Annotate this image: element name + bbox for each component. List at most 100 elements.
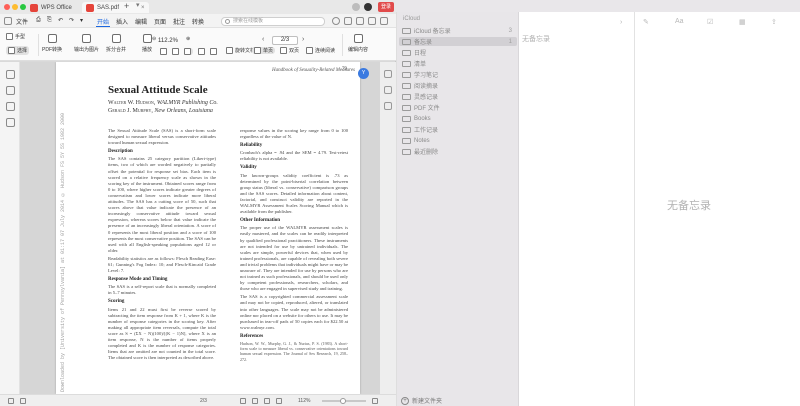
login-button[interactable]: 登录 [378, 2, 394, 12]
search-input[interactable]: 搜索在线模板 [221, 17, 325, 26]
thumbnail-icon[interactable] [198, 48, 207, 55]
edit-content-button[interactable]: 编辑内容 [348, 34, 368, 53]
menu-annotate[interactable]: 批注 [173, 17, 185, 26]
actual-size-icon[interactable] [184, 48, 193, 55]
collapse-ribbon-icon[interactable] [368, 17, 376, 25]
minimize-window-button[interactable] [12, 4, 18, 10]
checklist-icon[interactable]: ☑ [707, 18, 713, 26]
menu-edit[interactable]: 编辑 [135, 17, 147, 26]
tab-dropdown-icon[interactable]: ▾ [136, 1, 140, 9]
double-page-button[interactable]: 双页 [280, 47, 299, 54]
sidebar-toggle-icon[interactable] [8, 398, 14, 404]
redo-icon[interactable]: ↷ [69, 17, 74, 24]
format-icon[interactable]: Aa [675, 18, 684, 25]
menu-file[interactable]: 文件 [16, 17, 28, 26]
share-icon[interactable]: ⇪ [771, 18, 777, 26]
comment-icon[interactable] [6, 102, 15, 111]
body-paragraph: The proper use of the WALMYR assessment … [240, 225, 348, 292]
notes-folder-item[interactable]: 阅读摘录 [399, 81, 517, 90]
notes-folder-item[interactable]: 备忘录 1 [399, 37, 517, 46]
hand-tool-label: 手型 [15, 34, 26, 40]
notes-folder-item[interactable]: PDF 文件 [399, 103, 517, 112]
new-folder-button[interactable]: + 新建文件夹 [397, 395, 519, 406]
zoom-in-icon[interactable]: ⊕ [186, 36, 190, 42]
zoom-slider-knob[interactable] [340, 398, 346, 404]
zoom-window-button[interactable] [20, 4, 26, 10]
fit-width-icon[interactable] [160, 48, 169, 55]
profile-icon[interactable] [364, 3, 372, 11]
reading-mode-icon[interactable] [252, 398, 258, 404]
menu-convert[interactable]: 转换 [192, 17, 204, 26]
eye-care-icon[interactable] [264, 398, 270, 404]
notes-folder-item[interactable]: 最近删除 [399, 147, 517, 156]
thumbnails-icon[interactable] [6, 70, 15, 79]
account-icon[interactable] [332, 17, 340, 25]
notes-list-pane: › 无备忘录 [520, 12, 635, 406]
notes-folder-item[interactable]: Books [399, 114, 517, 123]
more-options-icon[interactable] [356, 17, 364, 25]
window-grid-icon[interactable] [352, 3, 360, 11]
share-icon[interactable] [344, 17, 352, 25]
notification-icon[interactable] [380, 17, 388, 25]
fullscreen-icon[interactable] [276, 398, 282, 404]
play-button[interactable]: 播放 [142, 34, 152, 53]
translate-icon[interactable] [384, 86, 392, 94]
split-merge-button[interactable]: 拆分合并 [106, 34, 126, 53]
tab-label: WPS Office [41, 4, 72, 11]
notes-folder-item[interactable]: iCloud 备忘录 3 [399, 26, 517, 35]
menu-start[interactable]: 开始 [97, 17, 109, 26]
close-tab-icon[interactable]: × [141, 5, 145, 11]
table-icon[interactable]: ▦ [739, 18, 746, 26]
prev-page-button[interactable]: ‹ [262, 36, 264, 43]
page-number-input[interactable]: 2/3 [272, 36, 298, 45]
properties-icon[interactable] [384, 70, 392, 78]
save-icon[interactable]: ⎙ [36, 17, 41, 24]
continuous-button[interactable]: 连续阅读 [306, 47, 335, 54]
undo-icon[interactable]: ↶ [58, 17, 63, 24]
section-heading: Description [108, 149, 133, 155]
pdf-convert-button[interactable]: PDF转换 [42, 34, 62, 53]
close-window-button[interactable] [4, 4, 10, 10]
settings-icon[interactable] [384, 102, 392, 110]
author-name: Walter W. Hudson [108, 100, 154, 106]
notes-folder-item[interactable]: 清单 [399, 59, 517, 68]
next-page-button[interactable]: › [302, 36, 304, 43]
notes-folder-item[interactable]: Notes [399, 136, 517, 145]
export-image-button[interactable]: 输出为图片 [74, 34, 99, 53]
hand-tool-button[interactable]: 手型 [6, 33, 25, 40]
document-viewport[interactable]: Downloaded by [University of Pennsylvani… [20, 62, 380, 394]
notes-folder-item[interactable]: 工作记录 [399, 125, 517, 134]
zoom-slider[interactable] [322, 398, 366, 404]
tab-bar: WPS Office SAS.pdf × + ▾ 登录 [0, 0, 396, 14]
fit-page-icon[interactable] [172, 48, 181, 55]
tab-wps-office[interactable]: WPS Office [30, 2, 72, 13]
zoom-out-icon[interactable]: ⊖ [152, 36, 156, 42]
chevron-icon[interactable]: › [620, 19, 622, 26]
prev-view-icon[interactable] [210, 48, 219, 55]
more-icon[interactable]: ▾ [80, 17, 83, 24]
menu-insert[interactable]: 插入 [116, 17, 128, 26]
notes-folder-item[interactable]: 灵感记录 [399, 92, 517, 101]
outline-icon[interactable] [20, 398, 26, 404]
zoom-level[interactable]: 112.2% [158, 38, 178, 44]
notes-folder-item[interactable]: 日程 [399, 48, 517, 57]
user-avatar[interactable]: Y [358, 68, 369, 79]
folder-icon [402, 126, 411, 133]
single-page-button[interactable]: 单页 [252, 47, 276, 54]
notes-folder-item[interactable]: 学习笔记 [399, 70, 517, 79]
new-tab-button[interactable]: + [124, 1, 129, 11]
rotate-button[interactable]: 旋转文档 [226, 47, 255, 54]
folder-count: 3 [508, 27, 512, 34]
folder-count: 1 [508, 38, 512, 45]
compose-icon[interactable]: ✎ [643, 18, 649, 26]
search-panel-icon[interactable] [6, 118, 15, 127]
menu-page[interactable]: 页面 [154, 17, 166, 26]
zoom-plus-icon[interactable] [372, 398, 378, 404]
menu-icon[interactable] [4, 17, 12, 25]
bookmark-icon[interactable] [6, 86, 15, 95]
select-tool-button[interactable]: 选择 [6, 46, 30, 55]
folder-label: 日程 [414, 51, 427, 57]
print-icon[interactable]: ⎘ [47, 17, 52, 24]
view-mode-icon[interactable] [240, 398, 246, 404]
rotate-icon [226, 47, 233, 54]
